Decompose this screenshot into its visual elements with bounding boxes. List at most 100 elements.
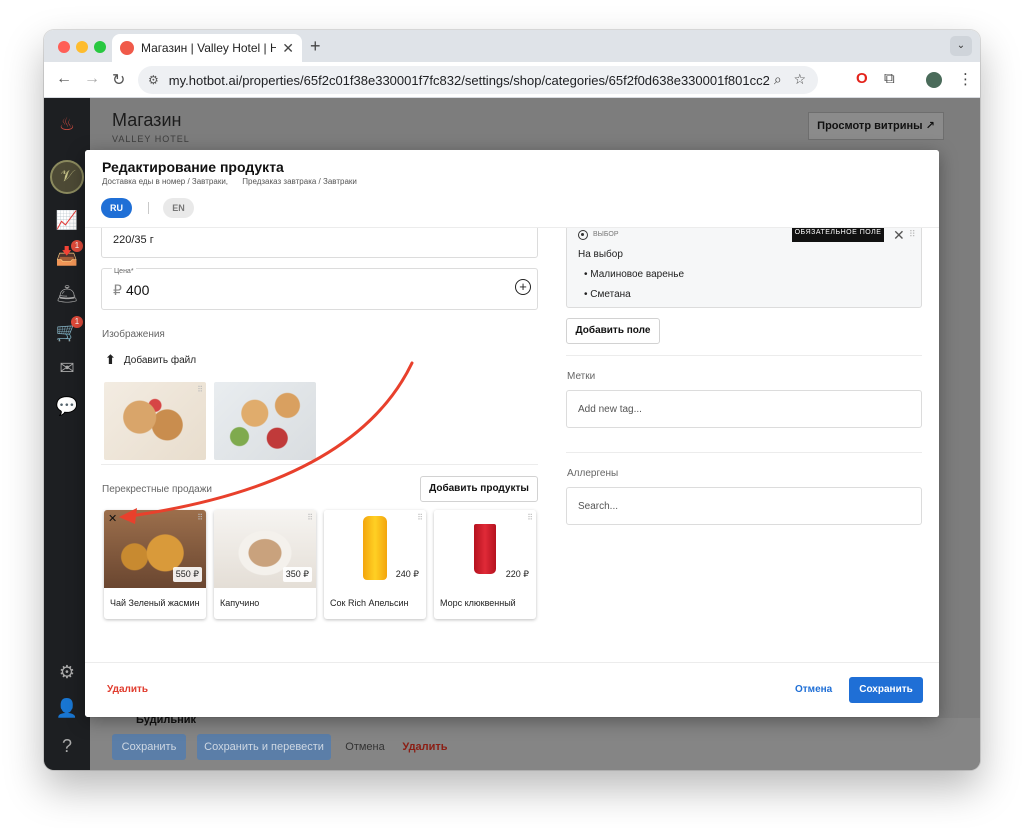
back-icon[interactable]: ← (56, 70, 72, 88)
card-name: Капучино (220, 598, 260, 608)
opera-extension-icon[interactable]: O (856, 70, 868, 87)
price-value: 400 (126, 282, 150, 298)
site-settings-icon[interactable]: ⚙ (148, 73, 159, 87)
add-field-button[interactable]: Добавить поле (566, 318, 660, 344)
inbox-badge: 1 (71, 240, 83, 252)
tab-search-chevron-icon[interactable]: ⌄ (950, 36, 972, 56)
user-icon[interactable]: 👤 (55, 696, 79, 720)
external-link-icon: ↗ (925, 120, 935, 132)
tab-strip: Магазин | Valley Hotel | Hotbot ✕ + ⌄ (44, 30, 980, 62)
zoom-window-button[interactable] (94, 41, 106, 53)
chat-icon[interactable]: 💬 (55, 394, 79, 418)
close-window-button[interactable] (58, 41, 70, 53)
section-divider (566, 355, 922, 356)
modal-footer: Удалить Отмена Сохранить (85, 662, 939, 717)
bg-cancel-button[interactable]: Отмена (340, 734, 390, 760)
hotbot-favicon-icon (120, 41, 134, 55)
add-file-label: Добавить файл (123, 354, 197, 366)
cross-sales-label: Перекрестные продажи (102, 484, 212, 495)
cranberry-drink-illustration (474, 524, 496, 574)
browser-menu-icon[interactable]: ⋮ (958, 70, 973, 88)
forward-icon[interactable]: → (84, 70, 100, 88)
delete-button[interactable]: Удалить (107, 684, 148, 695)
tab-lang-en[interactable]: EN (163, 198, 194, 218)
tab-lang-ru[interactable]: RU (101, 198, 132, 218)
bg-save-translate-button[interactable]: Сохранить и перевести (197, 734, 331, 760)
radio-icon (578, 230, 588, 240)
modal-header: Редактирование продукта Доставка еды в н… (85, 150, 939, 228)
cart-badge: 1 (71, 316, 83, 328)
drag-handle-icon[interactable]: ⠿ (909, 229, 916, 240)
reload-icon[interactable]: ↻ (112, 70, 125, 90)
cross-sale-card[interactable]: ⠿ 220 ₽ Морс клюквенный (434, 510, 536, 619)
app-viewport: ♨ 𝒱 📈 📥 1 🛎 🛒 1 ✉ 💬 ⚙ 👤 ? Магазин VALLEY… (44, 98, 980, 770)
upload-icon: ⬆ (105, 352, 116, 367)
save-button[interactable]: Сохранить (849, 677, 923, 703)
card-price: 350 ₽ (282, 567, 312, 582)
page-subtitle: VALLEY HOTEL (112, 134, 190, 144)
breadcrumb-item: Предзаказ завтрака / Завтраки (242, 177, 357, 186)
new-tab-icon[interactable]: + (310, 36, 321, 57)
add-file-button[interactable]: ⬆ Добавить файл (105, 352, 196, 368)
close-tab-icon[interactable]: ✕ (282, 40, 294, 57)
tags-input[interactable]: Add new tag... (566, 390, 922, 428)
cross-sale-card[interactable]: ⠿ 350 ₽ Капучино (214, 510, 316, 619)
cancel-button[interactable]: Отмена (795, 684, 832, 695)
add-products-button[interactable]: Добавить продукты (420, 476, 538, 502)
breadcrumb: Доставка еды в номер / Завтраки, Предзак… (102, 177, 369, 186)
browser-window: Магазин | Valley Hotel | Hotbot ✕ + ⌄ ← … (44, 30, 980, 770)
drag-handle-icon[interactable]: ⠿ (197, 513, 203, 522)
cross-sale-card[interactable]: ✕ ⠿ 550 ₽ Чай Зеленый жасмин (104, 510, 206, 619)
juice-bottle-illustration (363, 516, 387, 580)
option-item: • Сметана (584, 289, 631, 300)
storefront-label: Просмотр витрины (817, 120, 923, 132)
cross-sale-card[interactable]: ⠿ 240 ₽ Сок Rich Апельсин (324, 510, 426, 619)
profile-avatar[interactable] (926, 72, 942, 88)
weight-value: 220/35 г (113, 234, 154, 246)
drag-handle-icon[interactable]: ⠿ (527, 513, 533, 522)
address-bar[interactable]: ⚙ my.hotbot.ai/properties/65f2c01f38e330… (138, 66, 818, 94)
card-name: Чай Зеленый жасмин (110, 598, 200, 608)
add-circle-icon[interactable]: + (515, 279, 531, 295)
tags-placeholder: Add new tag... (578, 404, 642, 415)
tags-section-label: Метки (567, 371, 596, 382)
bg-delete-button[interactable]: Удалить (400, 734, 450, 760)
price-label: Цена* (112, 268, 136, 275)
remove-cross-sale-icon[interactable]: ✕ (108, 512, 117, 525)
drag-handle-icon[interactable]: ⠿ (307, 513, 313, 522)
sidebar: ♨ 𝒱 📈 📥 1 🛎 🛒 1 ✉ 💬 ⚙ 👤 ? (44, 98, 90, 770)
drag-handle-icon[interactable]: ⠿ (417, 513, 423, 522)
product-image-1[interactable]: ⠿ (104, 382, 206, 460)
allergens-search-input[interactable]: Search... (566, 487, 922, 525)
minimize-window-button[interactable] (76, 41, 88, 53)
drag-handle-icon[interactable]: ⠿ (197, 385, 203, 394)
omnibox-actions: ⌕ ☆ (774, 71, 806, 88)
card-price: 240 ₽ (392, 567, 422, 582)
flame-icon[interactable]: ♨ (55, 112, 79, 136)
mail-icon[interactable]: ✉ (55, 356, 79, 380)
weight-field[interactable]: 220/35 г (101, 228, 538, 258)
help-icon[interactable]: ? (55, 734, 79, 758)
modal-title: Редактирование продукта (102, 159, 284, 175)
price-field[interactable]: Цена* ₽ 400 + (101, 268, 538, 310)
remove-field-icon[interactable]: ✕ (893, 228, 905, 244)
section-divider (566, 452, 922, 453)
bookmark-star-icon[interactable]: ☆ (793, 71, 806, 87)
card-price: 220 ₽ (502, 567, 532, 582)
bell-icon[interactable]: 🛎 (55, 282, 79, 306)
extensions-puzzle-icon[interactable]: ⧉ (884, 70, 895, 87)
modal-body: 220/35 г Цена* ₽ 400 + Изображения ⬆ Доб… (85, 228, 939, 662)
card-price: 550 ₽ (172, 567, 202, 582)
settings-icon[interactable]: ⚙ (55, 660, 79, 684)
chart-icon[interactable]: 📈 (55, 208, 79, 232)
allergens-placeholder: Search... (578, 501, 619, 512)
allergens-section-label: Аллергены (567, 468, 619, 479)
card-name: Сок Rich Апельсин (330, 598, 409, 608)
option-item: • Малиновое варенье (584, 269, 685, 280)
product-image-2[interactable] (214, 382, 316, 460)
zoom-icon[interactable]: ⌕ (774, 71, 782, 87)
property-logo[interactable]: 𝒱 (50, 160, 84, 194)
browser-tab[interactable]: Магазин | Valley Hotel | Hotbot ✕ (112, 34, 302, 62)
storefront-preview-button[interactable]: Просмотр витрины ↗ (808, 112, 944, 140)
bg-save-button[interactable]: Сохранить (112, 734, 186, 760)
